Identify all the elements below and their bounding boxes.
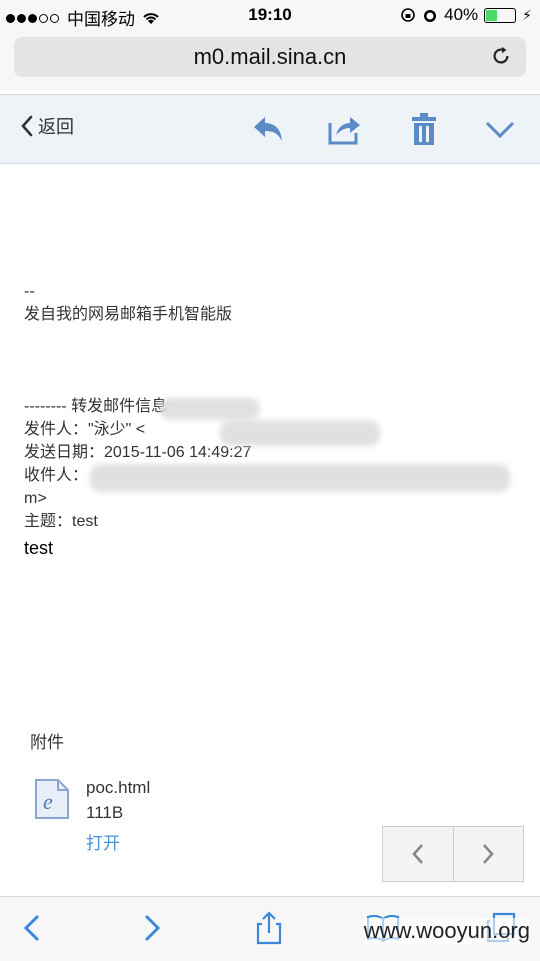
browser-address-bar: m0.mail.sina.cn [0,30,540,90]
attachment-title: 附件 [30,733,64,752]
share-icon[interactable] [252,911,286,945]
reload-icon[interactable] [490,45,512,67]
status-bar: 中国移动 19:10 40% ⚡ [0,0,540,30]
attachment-filesize: 111B [86,803,124,822]
html-file-icon: e [35,779,69,819]
browser-forward-icon[interactable] [134,911,168,945]
chevron-left-icon [21,115,33,137]
attachment-filename: poc.html [86,778,151,797]
signature-text: 发自我的网易邮箱手机智能版 [24,306,233,323]
subject-line: 主题：test [24,513,98,530]
forward-icon[interactable] [326,111,362,147]
next-mail-button[interactable] [454,827,524,881]
back-label: 返回 [38,117,74,137]
previous-mail-button[interactable] [383,827,454,881]
status-right: 40% ⚡ [400,5,532,25]
redaction-blur [220,420,380,446]
signature-separator: -- [24,283,35,300]
chevron-left-icon [412,844,423,864]
back-button[interactable]: 返回 [20,113,74,139]
attachment-open-link[interactable]: 打开 [86,829,120,854]
mail-toolbar: 返回 [0,94,540,164]
mail-pager [382,826,524,882]
battery-percent: 40% [444,5,479,24]
forward-header: -------- 转发邮件信息 [24,398,168,415]
reply-icon[interactable] [250,111,286,147]
charging-icon: ⚡ [522,6,532,23]
redaction-blur [160,398,260,420]
watermark-text: www.wooyun.org [363,918,530,944]
battery-icon [484,7,517,23]
chevron-right-icon [483,844,494,864]
rotation-lock-icon [401,8,415,22]
browser-back-icon[interactable] [16,911,50,945]
alarm-icon [424,10,437,22]
chevron-down-icon[interactable] [482,111,518,147]
body-text: test [24,538,54,558]
url-text: m0.mail.sina.cn [193,44,347,69]
svg-text:e: e [43,789,53,814]
url-field[interactable]: m0.mail.sina.cn [14,37,526,77]
trash-icon[interactable] [406,111,442,147]
redaction-blur [90,464,510,492]
